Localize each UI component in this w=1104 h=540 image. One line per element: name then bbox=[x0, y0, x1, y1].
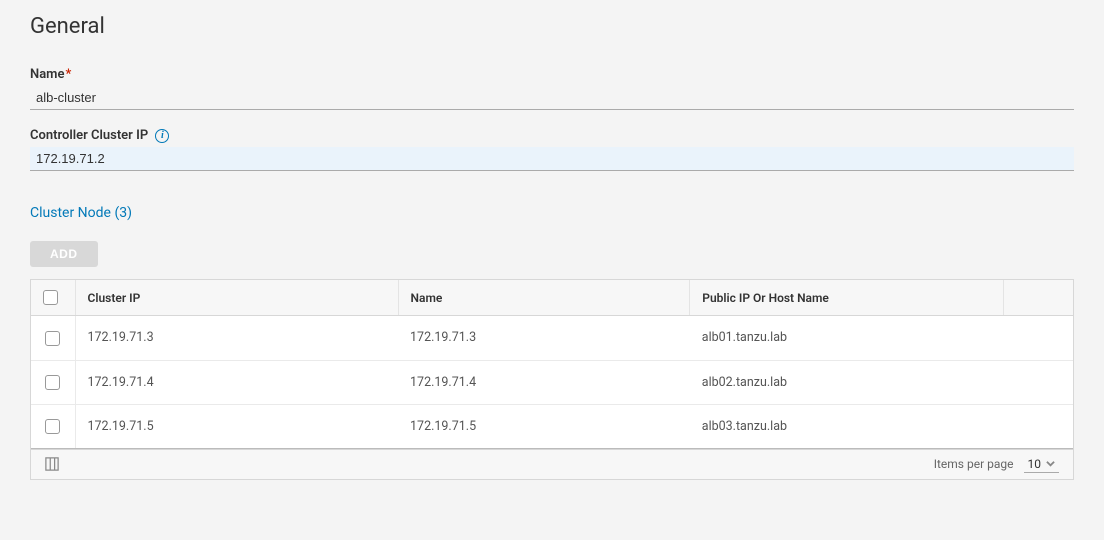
cell-actions bbox=[1003, 360, 1073, 404]
select-all-checkbox[interactable] bbox=[43, 290, 58, 305]
table-row: 172.19.71.3 172.19.71.3 alb01.tanzu.lab bbox=[31, 316, 1073, 360]
chevron-down-icon bbox=[1046, 457, 1055, 471]
cluster-node-table: Cluster IP Name Public IP Or Host Name 1… bbox=[30, 279, 1074, 480]
row-checkbox[interactable] bbox=[45, 375, 60, 390]
controller-cluster-ip-label: Controller Cluster IP i bbox=[30, 128, 1074, 143]
name-label: Name* bbox=[30, 67, 1074, 82]
cell-cluster-ip: 172.19.71.4 bbox=[75, 360, 398, 404]
header-name[interactable]: Name bbox=[398, 280, 690, 316]
cell-public-ip: alb01.tanzu.lab bbox=[690, 316, 1003, 360]
header-checkbox-cell bbox=[31, 280, 75, 316]
name-input[interactable] bbox=[30, 86, 1074, 110]
row-checkbox[interactable] bbox=[45, 331, 60, 346]
cluster-node-link[interactable]: Cluster Node (3) bbox=[30, 205, 132, 221]
table-row: 172.19.71.5 172.19.71.5 alb03.tanzu.lab bbox=[31, 404, 1073, 448]
items-per-page-label: Items per page bbox=[934, 457, 1014, 471]
cell-public-ip: alb02.tanzu.lab bbox=[690, 360, 1003, 404]
cell-actions bbox=[1003, 316, 1073, 360]
items-per-page-select[interactable]: 10 bbox=[1024, 456, 1060, 473]
controller-cluster-ip-input[interactable] bbox=[30, 147, 1074, 171]
required-asterisk-icon: * bbox=[65, 67, 71, 82]
cell-cluster-ip: 172.19.71.5 bbox=[75, 404, 398, 448]
cell-public-ip: alb03.tanzu.lab bbox=[690, 404, 1003, 448]
table-row: 172.19.71.4 172.19.71.4 alb02.tanzu.lab bbox=[31, 360, 1073, 404]
cell-name: 172.19.71.3 bbox=[398, 316, 690, 360]
add-button[interactable]: ADD bbox=[30, 241, 98, 267]
header-cluster-ip[interactable]: Cluster IP bbox=[75, 280, 398, 316]
cell-name: 172.19.71.4 bbox=[398, 360, 690, 404]
header-public-ip[interactable]: Public IP Or Host Name bbox=[690, 280, 1003, 316]
table-footer: Items per page 10 bbox=[31, 449, 1073, 479]
header-actions bbox=[1003, 280, 1073, 316]
row-checkbox[interactable] bbox=[45, 419, 60, 434]
page-title: General bbox=[30, 14, 1074, 39]
cell-name: 172.19.71.5 bbox=[398, 404, 690, 448]
cell-actions bbox=[1003, 404, 1073, 448]
cell-cluster-ip: 172.19.71.3 bbox=[75, 316, 398, 360]
info-icon[interactable]: i bbox=[155, 129, 169, 143]
column-toggle-icon[interactable] bbox=[45, 457, 59, 471]
